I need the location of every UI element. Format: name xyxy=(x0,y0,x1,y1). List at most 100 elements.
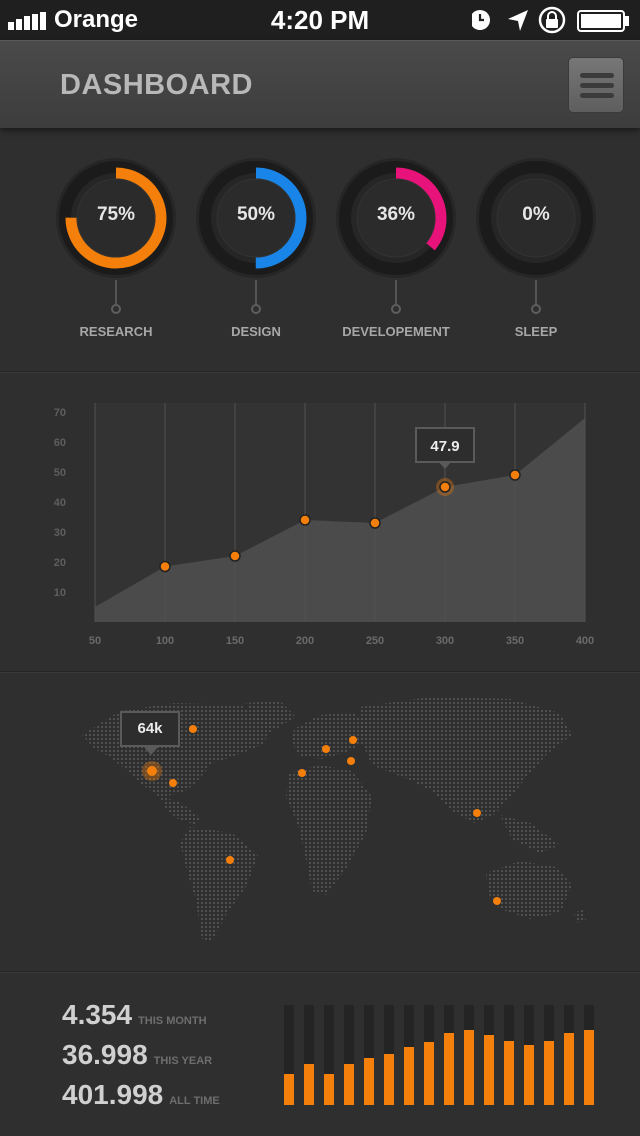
bar-fill xyxy=(524,1045,534,1105)
ring-value: 0% xyxy=(522,204,550,225)
map-marker[interactable] xyxy=(322,745,330,753)
bar-fill xyxy=(364,1058,374,1105)
bar-fill xyxy=(464,1030,474,1105)
bar-track xyxy=(444,1005,454,1105)
map-value-callout: 64k xyxy=(120,711,180,747)
line-chart-section: 50 100 150 200 250 300 350 400 10 20 30 40 50 60 70 47.… xyxy=(0,372,640,672)
data-point[interactable] xyxy=(229,550,241,562)
data-point[interactable] xyxy=(509,469,521,481)
status-bar: Orange 4:20 PM xyxy=(0,0,640,40)
ring-value: 75% xyxy=(96,204,136,225)
progress-rings-section: 75% RESEARCH 50% DESIGN 36% DEVELOPEMENT 0% SLE… xyxy=(0,128,640,372)
y-tick-label: 30 xyxy=(54,527,66,539)
ring-label: DESIGN xyxy=(231,324,281,339)
bar-meter xyxy=(284,1005,614,1105)
y-tick-label: 50 xyxy=(54,467,66,479)
rotation-lock-icon xyxy=(538,6,566,34)
map-marker[interactable] xyxy=(189,725,197,733)
bar-fill xyxy=(324,1074,334,1105)
hamburger-menu-icon xyxy=(580,73,614,78)
stat-value: 401.998 xyxy=(62,1079,164,1110)
bar-track xyxy=(364,1005,374,1105)
map-marker[interactable] xyxy=(349,736,357,744)
x-tick-label: 200 xyxy=(296,635,314,647)
bar-track xyxy=(524,1005,534,1105)
bar-fill xyxy=(304,1064,314,1105)
data-point[interactable] xyxy=(439,481,451,493)
x-tick-label: 50 xyxy=(89,635,101,647)
page-title: DASHBOARD xyxy=(60,69,253,101)
map-marker[interactable] xyxy=(493,897,501,905)
bar-track xyxy=(284,1005,294,1105)
progress-ring-design: 50% xyxy=(194,156,318,280)
ring-label: RESEARCH xyxy=(79,324,153,339)
bar-fill xyxy=(584,1030,594,1105)
value-callout: 47.9 xyxy=(415,427,475,469)
bar-fill xyxy=(344,1064,354,1105)
menu-button[interactable] xyxy=(568,57,624,113)
bar-track xyxy=(584,1005,594,1105)
alarm-clock-icon xyxy=(472,10,490,30)
map-marker[interactable] xyxy=(169,779,177,787)
progress-ring-sleep: 0% xyxy=(474,156,598,280)
dashboard-screen: Orange 4:20 PM DASHBOARD 75% RESEARCH 50… xyxy=(0,0,640,1136)
progress-ring-developement: 36% xyxy=(334,156,458,280)
bar-track xyxy=(384,1005,394,1105)
x-tick-label: 150 xyxy=(226,635,244,647)
bar-track xyxy=(564,1005,574,1105)
bar-track xyxy=(464,1005,474,1105)
x-tick-label: 350 xyxy=(506,635,524,647)
hamburger-line xyxy=(580,93,614,98)
bar-fill xyxy=(544,1041,554,1105)
x-tick-label: 300 xyxy=(436,635,454,647)
world-map xyxy=(82,697,586,941)
ring-connector xyxy=(395,280,397,306)
x-tick-label: 250 xyxy=(366,635,384,647)
bar-fill xyxy=(404,1047,414,1105)
progress-ring-research: 75% xyxy=(54,156,178,280)
map-marker[interactable] xyxy=(298,769,306,777)
ring-label: DEVELOPEMENT xyxy=(342,324,450,339)
bar-track xyxy=(324,1005,334,1105)
map-marker[interactable] xyxy=(226,856,234,864)
header-bar: DASHBOARD xyxy=(0,40,640,128)
world-map-section: 64k xyxy=(0,672,640,972)
bar-track xyxy=(404,1005,414,1105)
ring-value: 50% xyxy=(236,204,276,225)
bar-fill xyxy=(424,1042,434,1105)
map-marker[interactable] xyxy=(473,809,481,817)
x-tick-label: 400 xyxy=(576,635,594,647)
area-chart: 50 100 150 200 250 300 350 400 10 20 30 40 50 60 70 47.… xyxy=(54,403,594,647)
bar-track xyxy=(424,1005,434,1105)
ring-connector xyxy=(115,280,117,306)
battery-icon xyxy=(577,10,629,32)
bar-track xyxy=(484,1005,494,1105)
callout-text: 47.9 xyxy=(430,438,459,455)
x-tick-label: 100 xyxy=(156,635,174,647)
ring-connector-knob xyxy=(111,304,121,314)
map-callout-text: 64k xyxy=(137,720,163,737)
stat-this-month: 4.354 THIS MONTH xyxy=(62,999,207,1031)
data-point[interactable] xyxy=(369,517,381,529)
stat-label: THIS YEAR xyxy=(153,1055,213,1067)
bar-track xyxy=(304,1005,314,1105)
bar-track xyxy=(544,1005,554,1105)
stat-label: ALL TIME xyxy=(169,1095,220,1107)
y-tick-label: 10 xyxy=(54,587,66,599)
hamburger-line xyxy=(580,83,614,88)
map-marker[interactable] xyxy=(147,766,157,776)
map-marker[interactable] xyxy=(347,757,355,765)
location-arrow-icon xyxy=(508,10,528,31)
y-tick-label: 20 xyxy=(54,557,66,569)
ring-connector-knob xyxy=(531,304,541,314)
ring-label: SLEEP xyxy=(514,324,558,339)
bar-fill xyxy=(504,1041,514,1105)
y-tick-label: 70 xyxy=(54,407,66,419)
bar-fill xyxy=(284,1074,294,1105)
data-point[interactable] xyxy=(299,514,311,526)
stat-value: 36.998 xyxy=(62,1039,148,1070)
ring-connector-knob xyxy=(251,304,261,314)
ring-connector xyxy=(255,280,257,306)
data-point[interactable] xyxy=(159,560,171,573)
stats-section: 4.354 THIS MONTH 36.998 THIS YEAR 401.998 A… xyxy=(0,972,640,1136)
